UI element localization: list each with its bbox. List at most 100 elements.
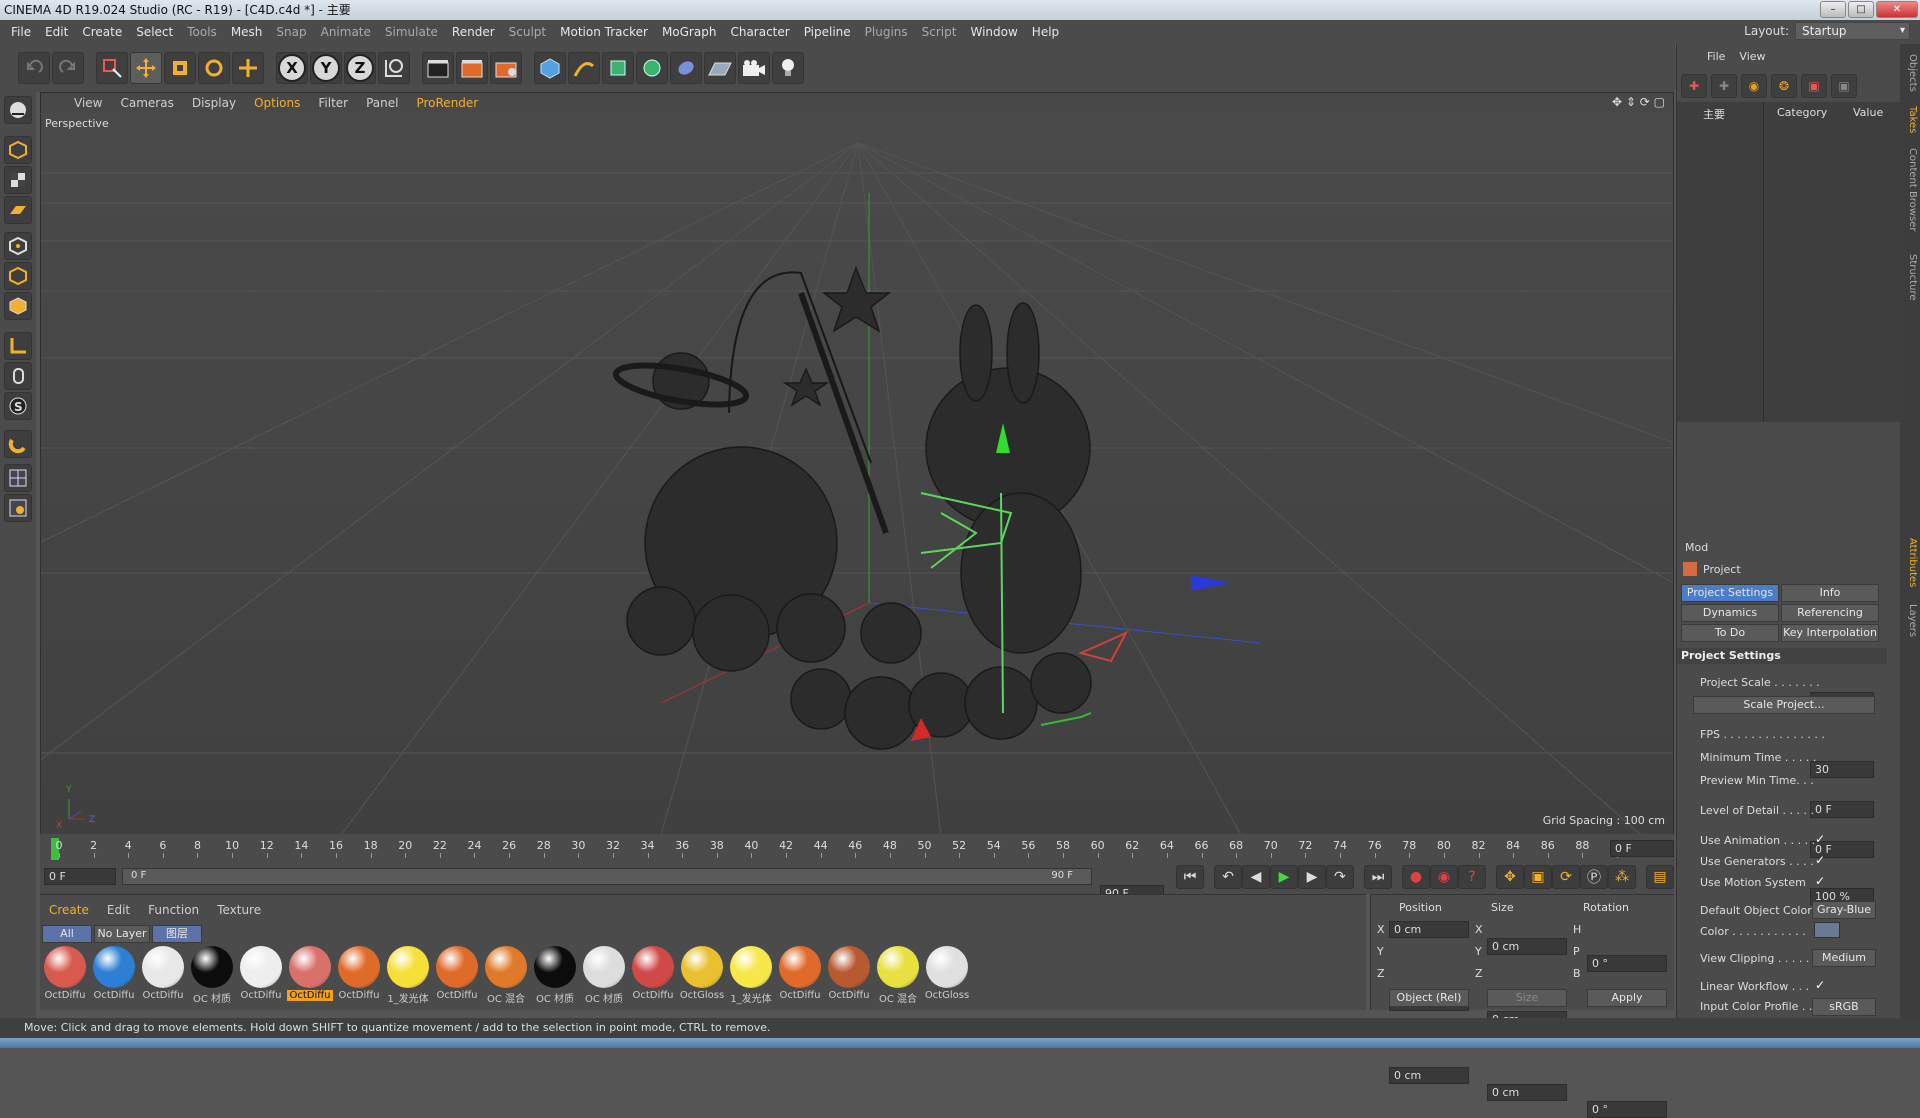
object-menu-view[interactable]: View <box>1739 50 1765 68</box>
light-icon[interactable] <box>772 52 804 84</box>
menu-script[interactable]: Script <box>915 25 964 39</box>
side-tab-attributes[interactable]: Attributes <box>1902 538 1918 587</box>
tab-dynamics[interactable]: Dynamics <box>1681 604 1779 622</box>
position-z-field[interactable]: 0 cm <box>1389 1067 1469 1084</box>
auto-take-icon[interactable]: ❂ <box>1771 74 1797 98</box>
key-rotation-icon[interactable]: ⟳ <box>1552 865 1580 889</box>
linear-workflow-checkbox[interactable]: ✓ <box>1815 978 1825 992</box>
material-item[interactable]: OctDiffu <box>336 946 382 1001</box>
take-main-item[interactable]: 主要 <box>1703 106 1725 122</box>
scale-tool-icon[interactable] <box>164 52 196 84</box>
default-object-color-dropdown[interactable]: Gray-Blue <box>1812 901 1876 919</box>
spline-pen-icon[interactable] <box>568 52 600 84</box>
recent-tool-icon[interactable] <box>232 52 264 84</box>
tweak-mode-icon[interactable] <box>4 362 32 390</box>
input-color-profile-dropdown[interactable]: sRGB <box>1812 998 1876 1016</box>
new-take-icon[interactable]: ✚ <box>1681 74 1707 98</box>
size-mode-dropdown[interactable]: Size <box>1487 989 1567 1007</box>
scale-project-button[interactable]: Scale Project... <box>1693 696 1875 714</box>
menu-mesh[interactable]: Mesh <box>224 25 270 39</box>
go-to-end-button[interactable]: ⏭ <box>1364 865 1392 889</box>
material-item[interactable]: OctDiffu <box>826 946 872 1001</box>
size-z-field[interactable]: 0 cm <box>1487 1084 1567 1101</box>
maximize-button[interactable]: □ <box>1848 1 1874 18</box>
object-menu-file[interactable]: File <box>1707 50 1725 68</box>
render-picture-viewer-icon[interactable] <box>456 52 488 84</box>
move-tool-icon[interactable] <box>130 52 162 84</box>
material-item[interactable]: OctDiffu <box>140 946 186 1001</box>
menu-select[interactable]: Select <box>129 25 180 39</box>
material-item[interactable]: OctDiffu <box>434 946 480 1001</box>
coordinate-system-icon[interactable] <box>378 52 410 84</box>
polygons-mode-icon[interactable] <box>4 292 32 320</box>
live-selection-icon[interactable] <box>96 52 128 84</box>
material-item[interactable]: OctGloss <box>924 946 970 1001</box>
menu-create[interactable]: Create <box>75 25 129 39</box>
apply-button[interactable]: Apply <box>1587 989 1667 1007</box>
material-item[interactable]: OC 混合 <box>875 946 921 1005</box>
menu-plugins[interactable]: Plugins <box>858 25 915 39</box>
viewport-menu-prorender[interactable]: ProRender <box>407 96 487 110</box>
view-clipping-dropdown[interactable]: Medium <box>1812 949 1876 967</box>
render-settings-icon[interactable] <box>490 52 522 84</box>
rotation-h-field[interactable]: 0 ° <box>1587 955 1667 972</box>
previous-frame-button[interactable]: ◀ <box>1242 865 1270 889</box>
edges-mode-icon[interactable] <box>4 262 32 290</box>
solo-icon[interactable]: S <box>4 392 32 420</box>
y-axis-lock[interactable]: Y <box>310 52 342 84</box>
material-item[interactable]: OC 材质 <box>532 946 578 1005</box>
camera-icon[interactable] <box>738 52 770 84</box>
record-take-icon[interactable]: ▣ <box>1801 74 1827 98</box>
key-pla-icon[interactable]: ⁂ <box>1608 865 1636 889</box>
go-to-start-button[interactable]: ⏮ <box>1176 865 1204 889</box>
material-item[interactable]: OctDiffu <box>238 946 284 1001</box>
menu-animate[interactable]: Animate <box>314 25 378 39</box>
menu-mograph[interactable]: MoGraph <box>655 25 724 39</box>
menu-simulate[interactable]: Simulate <box>378 25 445 39</box>
clone-take-icon[interactable]: ✚ <box>1711 74 1737 98</box>
keyframe-selection-icon[interactable]: ? <box>1458 865 1486 889</box>
use-animation-checkbox[interactable]: ✓ <box>1815 832 1825 846</box>
cube-primitive-icon[interactable] <box>534 52 566 84</box>
record-active-objects-icon[interactable]: ● <box>1402 865 1430 889</box>
material-item[interactable]: OC 混合 <box>483 946 529 1005</box>
side-tab-layers[interactable]: Layers <box>1902 604 1918 637</box>
side-tab-objects[interactable]: Objects <box>1902 54 1918 92</box>
tab-info[interactable]: Info <box>1781 584 1879 602</box>
menu-window[interactable]: Window <box>963 25 1024 39</box>
preview-range-slider[interactable]: 0 F 90 F <box>122 868 1092 885</box>
material-item[interactable]: OC 材质 <box>189 946 235 1005</box>
next-key-button[interactable]: ↷ <box>1326 865 1354 889</box>
redo-button[interactable] <box>52 52 84 84</box>
filter-all[interactable]: All <box>42 925 92 943</box>
x-axis-lock[interactable]: X <box>276 52 308 84</box>
filter-layer[interactable]: 图层 <box>152 925 202 943</box>
previous-key-button[interactable]: ↶ <box>1214 865 1242 889</box>
perspective-viewport[interactable]: Perspective Grid Spacing : 100 cm Y Z X <box>41 113 1673 835</box>
enable-axis-icon[interactable] <box>4 464 32 492</box>
material-item[interactable]: OctDiffu <box>91 946 137 1001</box>
make-editable-icon[interactable] <box>4 96 32 124</box>
points-mode-icon[interactable] <box>4 232 32 260</box>
material-item[interactable]: OctDiffu <box>42 946 88 1001</box>
timeline-window-icon[interactable]: ▤ <box>1646 865 1674 889</box>
attributes-mode-menu[interactable]: Mod <box>1685 541 1708 554</box>
menu-character[interactable]: Character <box>723 25 796 39</box>
subdivision-surface-icon[interactable] <box>602 52 634 84</box>
viewport-menu-options[interactable]: Options <box>245 96 309 110</box>
viewport-nav-icons[interactable]: ✥ ⇕ ⟳ ▢ <box>1612 95 1665 109</box>
color-swatch[interactable] <box>1814 922 1840 938</box>
material-menu-edit[interactable]: Edit <box>98 903 139 917</box>
menu-sculpt[interactable]: Sculpt <box>502 25 553 39</box>
rotate-tool-icon[interactable] <box>198 52 230 84</box>
menu-edit[interactable]: Edit <box>38 25 75 39</box>
layout-dropdown[interactable]: Startup <box>1795 22 1910 40</box>
tab-project-settings[interactable]: Project Settings <box>1681 584 1779 602</box>
axis-mode-icon[interactable] <box>4 332 32 360</box>
coordinate-mode-dropdown[interactable]: Object (Rel) <box>1389 989 1469 1007</box>
key-scale-icon[interactable]: ▣ <box>1524 865 1552 889</box>
array-mograph-icon[interactable] <box>636 52 668 84</box>
material-menu-function[interactable]: Function <box>139 903 208 917</box>
menu-motion-tracker[interactable]: Motion Tracker <box>553 25 655 39</box>
position-x-field[interactable]: 0 cm <box>1389 921 1469 938</box>
